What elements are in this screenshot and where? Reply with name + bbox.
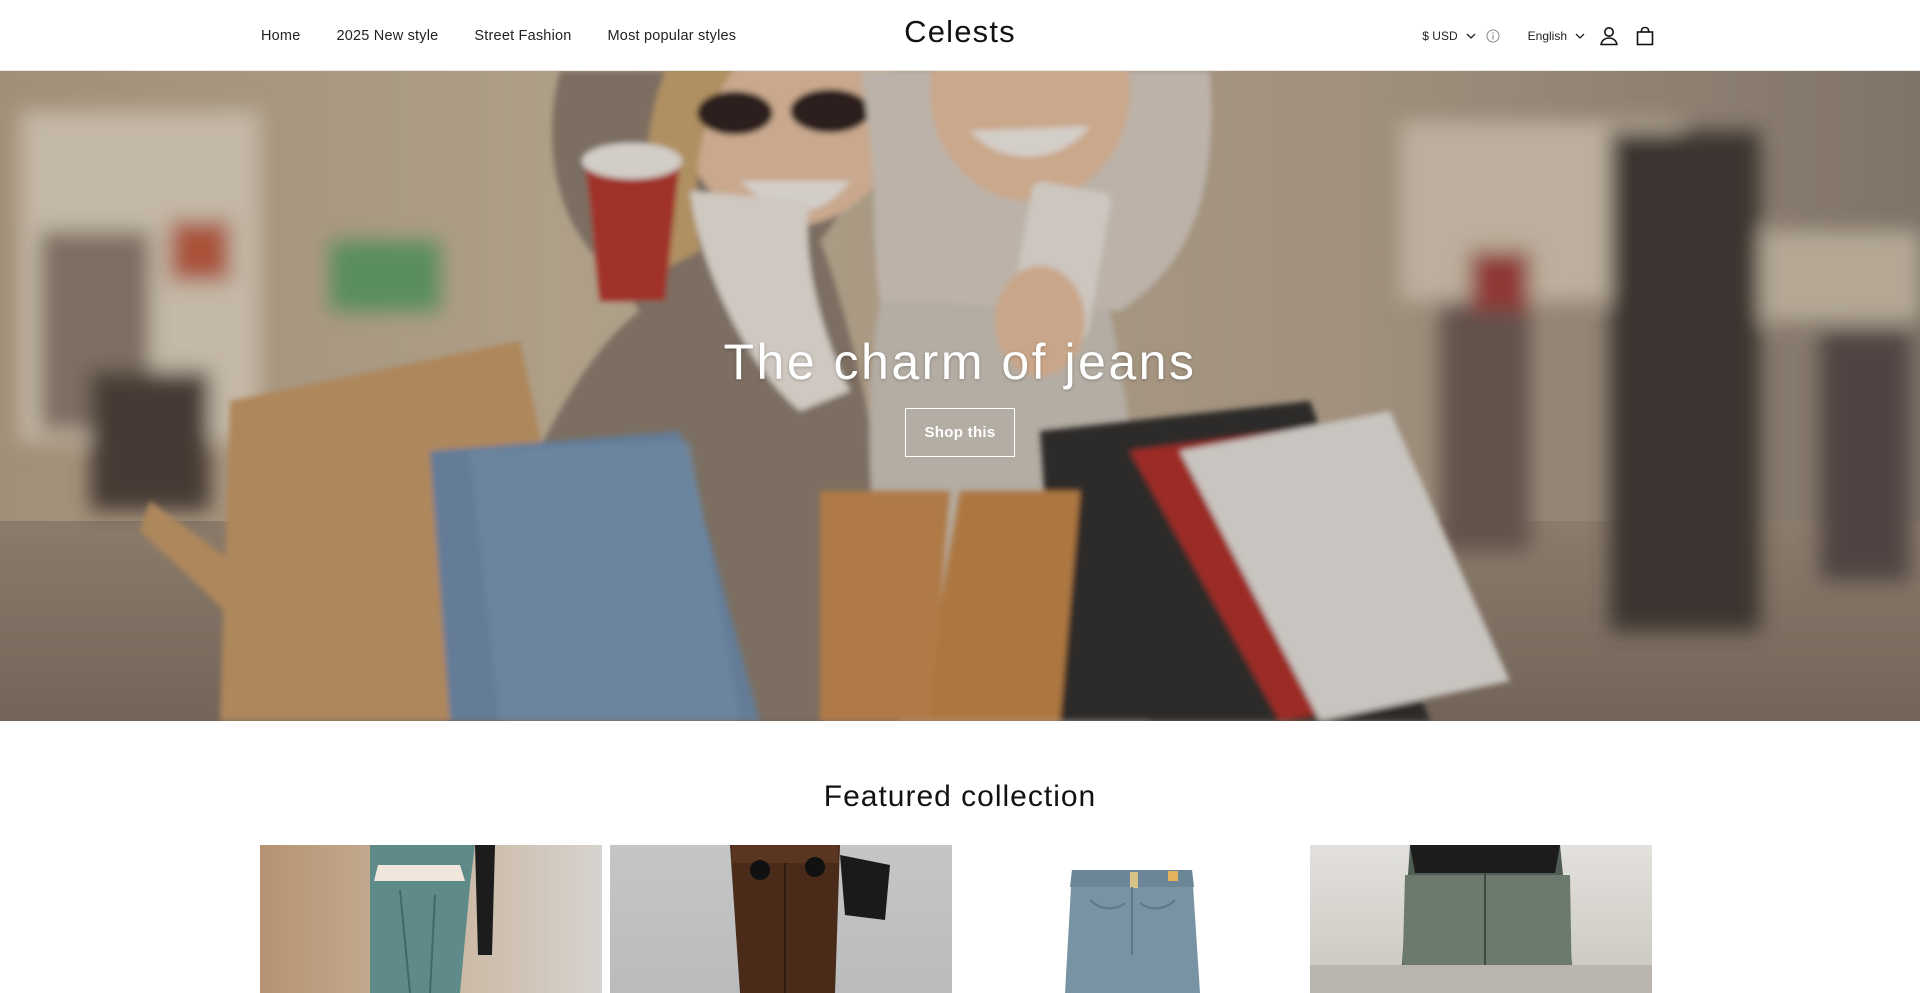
cart-icon[interactable] (1633, 24, 1657, 48)
info-icon[interactable] (1486, 29, 1500, 43)
product-card[interactable] (1310, 845, 1652, 993)
cart-icon-svg (1636, 26, 1654, 45)
account-icon-svg (1600, 26, 1618, 45)
featured-collection-title: Featured collection (823, 780, 1097, 813)
product-image (610, 845, 952, 993)
site-logo[interactable]: Celests (904, 14, 1016, 49)
product-card[interactable] (960, 845, 1302, 993)
hero-title: The charm of jeans (723, 334, 1197, 390)
chevron-down-icon (1575, 33, 1585, 39)
hero-banner: The charm of jeans Shop this (0, 71, 1920, 721)
nav-street-fashion[interactable]: Street Fashion (474, 28, 571, 44)
nav-2025-new-style[interactable]: 2025 New style (336, 28, 438, 44)
product-image (1310, 845, 1652, 993)
product-card[interactable] (610, 845, 952, 993)
nav-home[interactable]: Home (261, 28, 300, 44)
shop-this-button[interactable]: Shop this (905, 408, 1015, 457)
language-label: English (1527, 28, 1567, 43)
site-header: Home 2025 New style Street Fashion Most … (0, 0, 1920, 71)
product-image (960, 845, 1302, 993)
language-selector[interactable]: English (1528, 29, 1587, 43)
product-image (260, 845, 602, 993)
header-utilities: $ USD English (1422, 0, 1657, 71)
hero-overlay (0, 71, 1920, 721)
nav-most-popular-styles[interactable]: Most popular styles (608, 28, 737, 44)
product-card[interactable] (260, 845, 602, 993)
chevron-down-icon (1466, 33, 1476, 39)
currency-selector[interactable]: $ USD (1422, 29, 1477, 43)
main-nav: Home 2025 New style Street Fashion Most … (261, 0, 772, 71)
currency-label: $ USD (1422, 28, 1458, 43)
product-grid (260, 845, 1653, 993)
account-icon[interactable] (1597, 24, 1621, 48)
